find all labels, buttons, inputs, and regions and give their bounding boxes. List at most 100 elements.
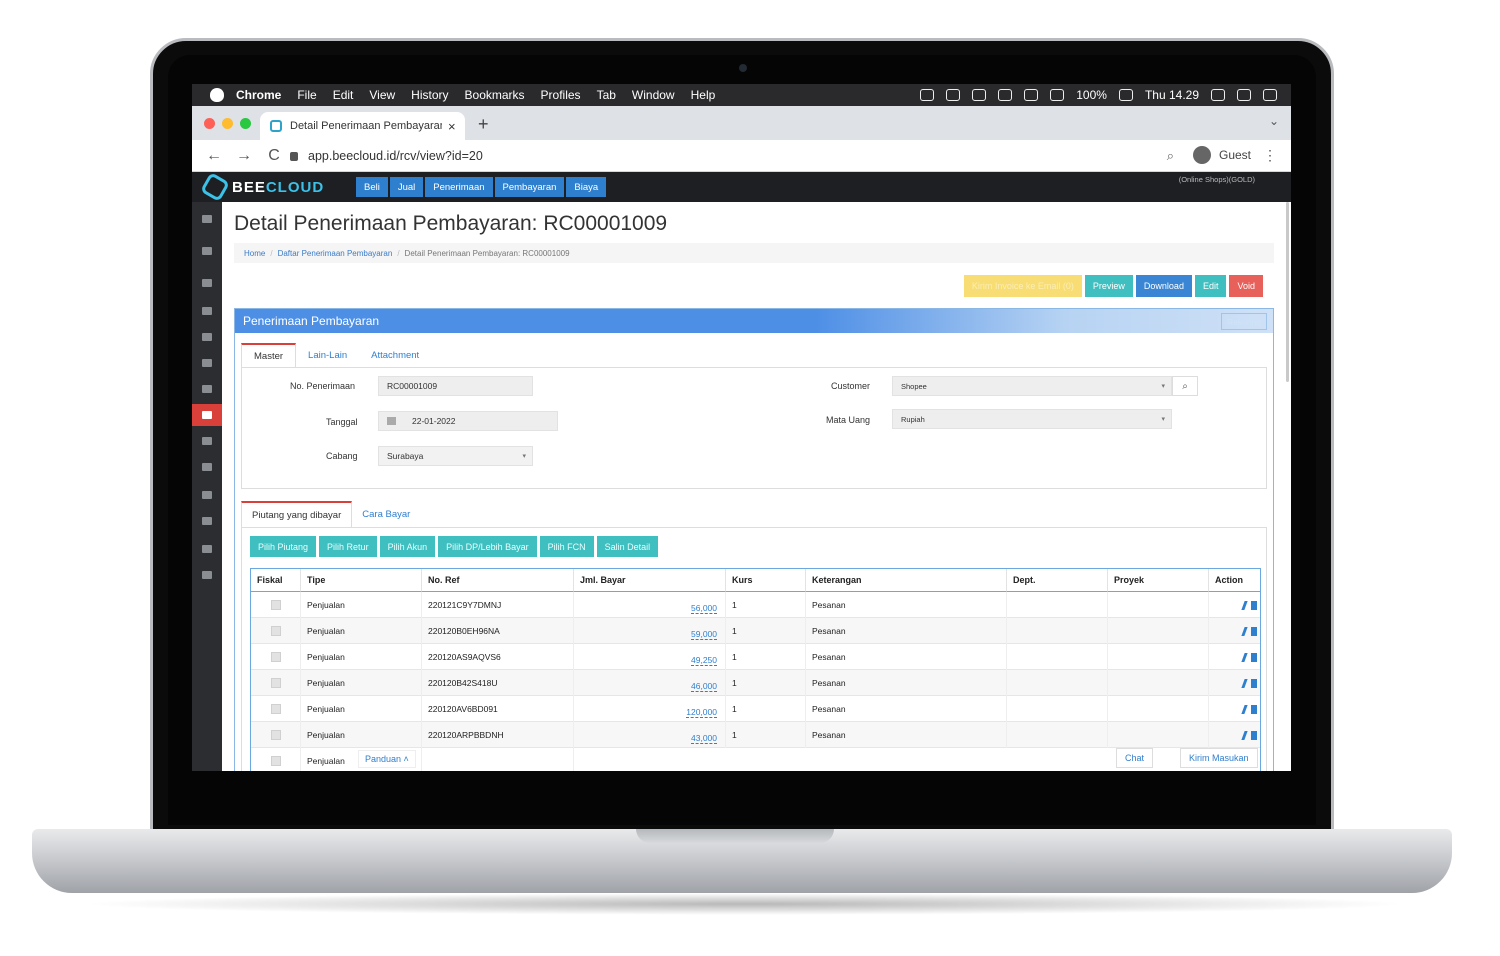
salin-detail-button[interactable]: Salin Detail	[596, 536, 659, 557]
wifi-icon[interactable]	[1024, 89, 1039, 101]
edit-pencil-icon[interactable]	[1241, 704, 1248, 714]
chat-button[interactable]: Chat	[1116, 748, 1154, 768]
download-button[interactable]: Download	[1135, 275, 1192, 297]
fiskal-checkbox[interactable]	[271, 756, 281, 766]
pilih-piutang-button[interactable]: Pilih Piutang	[250, 536, 317, 557]
panduan-button[interactable]: Panduan ˄	[358, 750, 416, 768]
apple-icon[interactable]	[210, 88, 224, 102]
back-button[interactable]: ←	[206, 147, 222, 165]
pilih-akun-button[interactable]: Pilih Akun	[379, 536, 436, 557]
send-invoice-email-button[interactable]: Kirim Invoice ke Email (0)	[963, 275, 1082, 297]
fiskal-checkbox[interactable]	[271, 704, 281, 714]
nav-biaya[interactable]: Biaya	[566, 177, 607, 197]
calendar-icon[interactable]	[387, 417, 396, 425]
volume-icon[interactable]	[1050, 89, 1065, 101]
page-scrollbar[interactable]	[1286, 202, 1289, 382]
edit-pencil-icon[interactable]	[1241, 626, 1248, 636]
menu-tab[interactable]: Tab	[597, 88, 616, 102]
trash-icon[interactable]	[1251, 600, 1257, 610]
tanggal-field[interactable]: 22-01-2022	[378, 411, 558, 431]
edit-button[interactable]: Edit	[1194, 275, 1227, 297]
cabang-select[interactable]: Surabaya ▾	[378, 446, 533, 466]
sidebar-settings[interactable]	[192, 538, 222, 560]
pilih-retur-button[interactable]: Pilih Retur	[319, 536, 377, 557]
menu-history[interactable]: History	[411, 88, 448, 102]
zoom-icon[interactable]: ⌕	[1167, 148, 1174, 164]
edit-pencil-icon[interactable]	[1241, 652, 1248, 662]
fiskal-checkbox[interactable]	[271, 626, 281, 636]
sidebar-users[interactable]	[192, 510, 222, 532]
sidebar-payments[interactable]	[192, 404, 222, 426]
jml-cell[interactable]: 43,000	[574, 722, 726, 748]
pilih-fcn-button[interactable]: Pilih FCN	[539, 536, 594, 557]
forward-button[interactable]: →	[236, 147, 252, 165]
void-button[interactable]: Void	[1229, 275, 1263, 297]
tab-piutang[interactable]: Piutang yang dibayar	[241, 501, 353, 527]
sidebar-pos[interactable]	[192, 456, 222, 478]
jml-cell[interactable]: 120,000	[574, 696, 726, 722]
mata-uang-select[interactable]: Rupiah ▾	[892, 409, 1172, 429]
new-tab-button[interactable]: +	[478, 114, 489, 135]
fiskal-checkbox[interactable]	[271, 600, 281, 610]
sidebar-reports[interactable]	[192, 378, 222, 400]
sidebar-plugins[interactable]	[192, 564, 222, 586]
menu-view[interactable]: View	[369, 88, 395, 102]
tab-lain-lain[interactable]: Lain-Lain	[296, 343, 359, 367]
jml-cell[interactable]: 59,000	[574, 618, 726, 644]
trash-icon[interactable]	[1251, 704, 1257, 714]
customer-select[interactable]: Shopee ▾	[892, 376, 1172, 396]
sidebar-home[interactable]	[192, 272, 222, 294]
fiskal-checkbox[interactable]	[271, 678, 281, 688]
window-minimize-button[interactable]	[222, 118, 233, 129]
siri-icon[interactable]	[1237, 89, 1251, 101]
sidebar-analytics[interactable]	[192, 484, 222, 506]
status-app-icon[interactable]	[920, 89, 935, 101]
reload-button[interactable]: C	[266, 147, 282, 165]
trash-icon[interactable]	[1251, 652, 1257, 662]
browser-tab-active[interactable]: Detail Penerimaan Pembayaran ×	[260, 112, 465, 140]
sidebar-inventory[interactable]	[192, 352, 222, 374]
breadcrumb-home[interactable]: Home	[244, 249, 265, 258]
nav-beli[interactable]: Beli	[356, 177, 388, 197]
tab-search-chevron-icon[interactable]: ⌄	[1269, 114, 1279, 128]
preview-button[interactable]: Preview	[1084, 275, 1133, 297]
address-bar[interactable]: app.beecloud.id/rcv/view?id=20 ⌕	[284, 144, 1182, 168]
profile-button[interactable]: Guest	[1193, 146, 1251, 164]
control-center-icon[interactable]	[1263, 89, 1277, 101]
fiskal-checkbox[interactable]	[271, 730, 281, 740]
jml-value[interactable]: 56,000	[691, 597, 717, 614]
jml-value[interactable]: 120,000	[686, 701, 717, 718]
trash-icon[interactable]	[1251, 730, 1257, 740]
no-penerimaan-field[interactable]: RC00001009	[378, 376, 533, 396]
sidebar-menu-toggle[interactable]	[192, 208, 222, 230]
window-close-button[interactable]	[204, 118, 215, 129]
kirim-masukan-button[interactable]: Kirim Masukan	[1180, 748, 1258, 768]
customer-search-button[interactable]: ⌕	[1172, 376, 1198, 396]
spotlight-icon[interactable]	[1211, 89, 1225, 101]
feather-icon[interactable]	[972, 89, 987, 101]
lock-icon[interactable]	[290, 151, 298, 161]
trash-icon[interactable]	[1251, 678, 1257, 688]
jml-value[interactable]: 59,000	[691, 623, 717, 640]
beecloud-logo[interactable]: BEE CLOUD	[199, 171, 324, 203]
fiskal-checkbox[interactable]	[271, 652, 281, 662]
jml-cell[interactable]: 46,000	[574, 670, 726, 696]
menu-file[interactable]: File	[297, 88, 316, 102]
sidebar-ledger[interactable]	[192, 300, 222, 322]
jml-value[interactable]: 49,250	[691, 649, 717, 666]
jml-value[interactable]: 43,000	[691, 727, 717, 744]
sidebar-purchase[interactable]	[192, 326, 222, 348]
menu-window[interactable]: Window	[632, 88, 675, 102]
nav-pembayaran[interactable]: Pembayaran	[494, 177, 565, 197]
nav-penerimaan[interactable]: Penerimaan	[425, 177, 493, 197]
menu-profiles[interactable]: Profiles	[541, 88, 581, 102]
bluetooth-icon[interactable]	[998, 89, 1013, 101]
window-zoom-button[interactable]	[240, 118, 251, 129]
edit-pencil-icon[interactable]	[1241, 730, 1248, 740]
menu-bookmarks[interactable]: Bookmarks	[465, 88, 525, 102]
browser-menu-icon[interactable]: ⋮	[1263, 147, 1277, 164]
jml-cell[interactable]: 49,250	[574, 644, 726, 670]
rekuring-button[interactable]: Rekuring	[1220, 313, 1267, 330]
edit-pencil-icon[interactable]	[1241, 678, 1248, 688]
tab-master[interactable]: Master	[241, 343, 297, 367]
